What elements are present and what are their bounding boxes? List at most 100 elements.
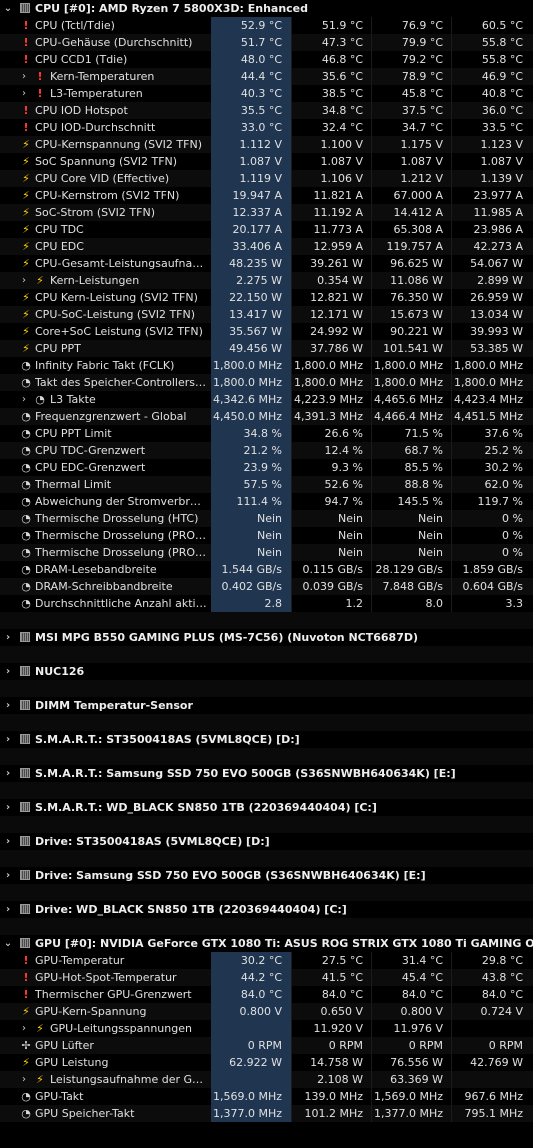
sensor-row[interactable]: ›! Kern-Temperaturen 44.4 °C 35.6 °C 78.9 °C… bbox=[0, 68, 533, 85]
sensor-group-header[interactable]: › Drive: Samsung SSD 750 EVO 500GB (S36SN… bbox=[0, 867, 533, 884]
expand-chevron-icon[interactable]: › bbox=[18, 272, 30, 289]
expand-chevron-icon[interactable]: › bbox=[18, 68, 30, 85]
sensor-row[interactable]: ◔ CPU PPT Limit 34.8 % 26.6 % 71.5 % 37.6 % bbox=[0, 425, 533, 442]
sensor-row[interactable]: ⚡ Core+SoC Leistung (SVI2 TFN) 35.567 W 24.… bbox=[0, 323, 533, 340]
group-spacer bbox=[0, 816, 533, 833]
sensor-row[interactable]: ⚡ GPU Leistung 62.922 W 14.758 W 76.556 W 42.… bbox=[0, 1054, 533, 1071]
expand-chevron-icon[interactable]: › bbox=[2, 833, 14, 850]
column-divider bbox=[451, 986, 452, 1003]
sensor-row[interactable]: ⚡ CPU-Gesamt-Leistungsaufnahme 48.235 W 39.… bbox=[0, 255, 533, 272]
expand-chevron-icon[interactable]: › bbox=[2, 799, 14, 816]
minimum-value: 38.5 °C bbox=[321, 87, 363, 100]
expand-chevron-icon[interactable]: › bbox=[18, 1071, 30, 1088]
sensor-row[interactable]: › ⚡ Leistungsaufnahme der GPU-... 2.108 W 63… bbox=[0, 1071, 533, 1088]
sensor-row[interactable]: ⚡ CPU Kern-Leistung (SVI2 TFN) 22.150 W 12.… bbox=[0, 289, 533, 306]
sensor-row[interactable]: ◔ GPU-Takt 1,569.0 MHz 139.0 MHz 1,569.0 MHz… bbox=[0, 1088, 533, 1105]
sensor-group-header[interactable]: › S.M.A.R.T.: WD_BLACK SN850 1TB (2203694… bbox=[0, 799, 533, 816]
column-divider bbox=[371, 459, 372, 476]
sensor-group-header[interactable]: ⌄ GPU [#0]: NVIDIA GeForce GTX 1080 Ti: A… bbox=[0, 935, 533, 952]
collapse-chevron-icon[interactable]: ⌄ bbox=[2, 935, 14, 952]
sensor-group-header[interactable]: › Drive: ST3500418AS (5VML8QCE) [D:] bbox=[0, 833, 533, 850]
sensor-row[interactable]: ◔ GPU Speicher-Takt 1,377.0 MHz 101.2 MHz 1,… bbox=[0, 1105, 533, 1122]
sensor-row[interactable]: › ⚡ GPU-Leitungsspannungen 11.920 V 11.976 V bbox=[0, 1020, 533, 1037]
chip-icon bbox=[20, 666, 30, 676]
expand-chevron-icon[interactable]: › bbox=[2, 663, 14, 680]
sensor-group-header[interactable]: › MSI MPG B550 GAMING PLUS (MS-7C56) (Nuv… bbox=[0, 629, 533, 646]
sensor-row[interactable]: › ◔ L3 Takte 4,342.6 MHz 4,223.9 MHz 4,465.6 … bbox=[0, 391, 533, 408]
column-divider bbox=[451, 544, 452, 561]
sensor-row[interactable]: ! Thermischer GPU-Grenzwert 84.0 °C 84.0 °C… bbox=[0, 986, 533, 1003]
sensor-row[interactable]: ◔ DRAM-Lesebandbreite 1.544 GB/s 0.115 GB/s… bbox=[0, 561, 533, 578]
maximum-value: 11.976 V bbox=[393, 1022, 443, 1035]
expand-chevron-icon[interactable]: › bbox=[2, 765, 14, 782]
sensor-row[interactable]: › ⚡ Kern-Leistungen 2.275 W 0.354 W 11.086 W 2… bbox=[0, 272, 533, 289]
sensor-row[interactable]: ! CPU IOD Hotspot 35.5 °C 34.8 °C 37.5 °C 36.… bbox=[0, 102, 533, 119]
sensor-row[interactable]: ⚡ CPU-SoC-Leistung (SVI2 TFN) 13.417 W 12.1… bbox=[0, 306, 533, 323]
sensor-row[interactable]: ⚡ CPU-Kernspannung (SVI2 TFN) 1.112 V 1.100… bbox=[0, 136, 533, 153]
expand-chevron-icon[interactable]: › bbox=[18, 1020, 30, 1037]
sensor-row[interactable]: ! GPU-Temperatur 30.2 °C 27.5 °C 31.4 °C 29.8… bbox=[0, 952, 533, 969]
sensor-group-title: Drive: ST3500418AS (5VML8QCE) [D:] bbox=[35, 835, 270, 848]
expand-chevron-icon[interactable]: › bbox=[2, 697, 14, 714]
current-value: 21.2 % bbox=[243, 444, 282, 457]
sensor-group-header[interactable]: › S.M.A.R.T.: ST3500418AS (5VML8QCE) [D:] bbox=[0, 731, 533, 748]
sensor-group-header[interactable]: › Drive: WD_BLACK SN850 1TB (220369440404… bbox=[0, 901, 533, 918]
sensor-label: CPU Core VID (Effective) bbox=[35, 172, 170, 185]
sensor-row[interactable]: ! GPU-Hot-Spot-Temperatur 44.2 °C 41.5 °C 45… bbox=[0, 969, 533, 986]
sensor-row[interactable]: ◔ Thermische Drosselung (HTC) Nein Nein Nein… bbox=[0, 510, 533, 527]
sensor-row[interactable]: ⚡ CPU TDC 20.177 A 11.773 A 65.308 A 23.986 A bbox=[0, 221, 533, 238]
sensor-row[interactable]: ◔ Takt des Speicher-Controllers (U... 1,80… bbox=[0, 374, 533, 391]
column-divider bbox=[371, 306, 372, 323]
maximum-value: 11.086 W bbox=[390, 274, 443, 287]
sensor-row[interactable]: ◔ CPU EDC-Grenzwert 23.9 % 9.3 % 85.5 % 30.2 … bbox=[0, 459, 533, 476]
expand-chevron-icon[interactable]: › bbox=[2, 629, 14, 646]
sensor-row[interactable]: ⚡ SoC Spannung (SVI2 TFN) 1.087 V 1.087 V 1.… bbox=[0, 153, 533, 170]
sensor-row[interactable]: ! CPU-Gehäuse (Durchschnitt) 51.7 °C 47.3 °… bbox=[0, 34, 533, 51]
sensor-label: GPU-Hot-Spot-Temperatur bbox=[35, 971, 177, 984]
gauge-icon: ◔ bbox=[21, 512, 31, 525]
expand-chevron-icon[interactable]: › bbox=[18, 85, 30, 102]
column-divider bbox=[451, 51, 452, 68]
sensor-group-header[interactable]: › DIMM Temperatur-Sensor bbox=[0, 697, 533, 714]
sensor-row[interactable]: ◔ Thermische Drosselung (PROCH... Nein Nein… bbox=[0, 527, 533, 544]
sensor-row[interactable]: ! CPU IOD-Durchschnitt 33.0 °C 32.4 °C 34.7 … bbox=[0, 119, 533, 136]
sensor-label: CPU EDC-Grenzwert bbox=[35, 461, 146, 474]
sensor-row[interactable]: ⚡ SoC-Strom (SVI2 TFN) 12.337 A 11.192 A 14.… bbox=[0, 204, 533, 221]
thermometer-icon: ! bbox=[23, 104, 29, 117]
sensor-group-header[interactable]: ⌄ CPU [#0]: AMD Ryzen 7 5800X3D: Enhanced bbox=[0, 0, 533, 17]
sensor-group-header[interactable]: › S.M.A.R.T.: Samsung SSD 750 EVO 500GB (… bbox=[0, 765, 533, 782]
sensor-row[interactable]: ! CPU (Tctl/Tdie) 52.9 °C 51.9 °C 76.9 °C 60.… bbox=[0, 17, 533, 34]
expand-chevron-icon[interactable]: › bbox=[18, 391, 30, 408]
sensor-row[interactable]: ⚡ CPU PPT 49.456 W 37.786 W 101.541 W 53.385 … bbox=[0, 340, 533, 357]
sensor-row[interactable]: ⚡ CPU EDC 33.406 A 12.959 A 119.757 A 42.273 … bbox=[0, 238, 533, 255]
sensor-row[interactable]: ⚡ CPU-Kernstrom (SVI2 TFN) 19.947 A 11.821 … bbox=[0, 187, 533, 204]
column-divider bbox=[291, 1071, 292, 1088]
sensor-row[interactable]: ◔ Abweichung der Stromverbrauch... 111.4 %… bbox=[0, 493, 533, 510]
minimum-value: 27.5 °C bbox=[321, 954, 363, 967]
expand-chevron-icon[interactable]: › bbox=[2, 901, 14, 918]
sensor-label: GPU Lüfter bbox=[35, 1039, 94, 1052]
sensor-row[interactable]: ◔ Thermal Limit 57.5 % 52.6 % 88.8 % 62.0 % bbox=[0, 476, 533, 493]
minimum-value: 51.9 °C bbox=[321, 19, 363, 32]
column-divider bbox=[291, 1105, 292, 1122]
sensor-row[interactable]: ⚡ GPU-Kern-Spannung 0.800 V 0.650 V 0.800 V 0… bbox=[0, 1003, 533, 1020]
sensor-row[interactable]: ✢ GPU Lüfter 0 RPM 0 RPM 0 RPM 0 RPM bbox=[0, 1037, 533, 1054]
sensor-label: CPU TDC bbox=[35, 223, 84, 236]
expand-chevron-icon[interactable]: › bbox=[2, 731, 14, 748]
column-divider bbox=[451, 595, 452, 612]
collapse-chevron-icon[interactable]: ⌄ bbox=[2, 0, 14, 17]
chip-icon bbox=[20, 734, 30, 744]
sensor-row[interactable]: ◔ Frequenzgrenzwert - Global 4,450.0 MHz 4,… bbox=[0, 408, 533, 425]
lightning-icon: ⚡ bbox=[36, 1073, 44, 1086]
sensor-row[interactable]: ⚡ CPU Core VID (Effective) 1.119 V 1.106 V 1… bbox=[0, 170, 533, 187]
sensor-row[interactable]: ◔ Durchschnittliche Anzahl aktiver ... 2.8… bbox=[0, 595, 533, 612]
expand-chevron-icon[interactable]: › bbox=[2, 867, 14, 884]
sensor-label: CPU PPT Limit bbox=[35, 427, 112, 440]
sensor-row[interactable]: ◔ DRAM-Schreibbandbreite 0.402 GB/s 0.039 G… bbox=[0, 578, 533, 595]
sensor-row[interactable]: ◔ Thermische Drosselung (PROCH... Nein Nein… bbox=[0, 544, 533, 561]
sensor-row[interactable]: ›! L3-Temperaturen 40.3 °C 38.5 °C 45.8 °C 40… bbox=[0, 85, 533, 102]
sensor-group-header[interactable]: › NUC126 bbox=[0, 663, 533, 680]
sensor-row[interactable]: ◔ CPU TDC-Grenzwert 21.2 % 12.4 % 68.7 % 25.2… bbox=[0, 442, 533, 459]
sensor-row[interactable]: ◔ Infinity Fabric Takt (FCLK) 1,800.0 MHz 1… bbox=[0, 357, 533, 374]
sensor-row[interactable]: ! CPU CCD1 (Tdie) 48.0 °C 46.8 °C 79.2 °C 55.… bbox=[0, 51, 533, 68]
